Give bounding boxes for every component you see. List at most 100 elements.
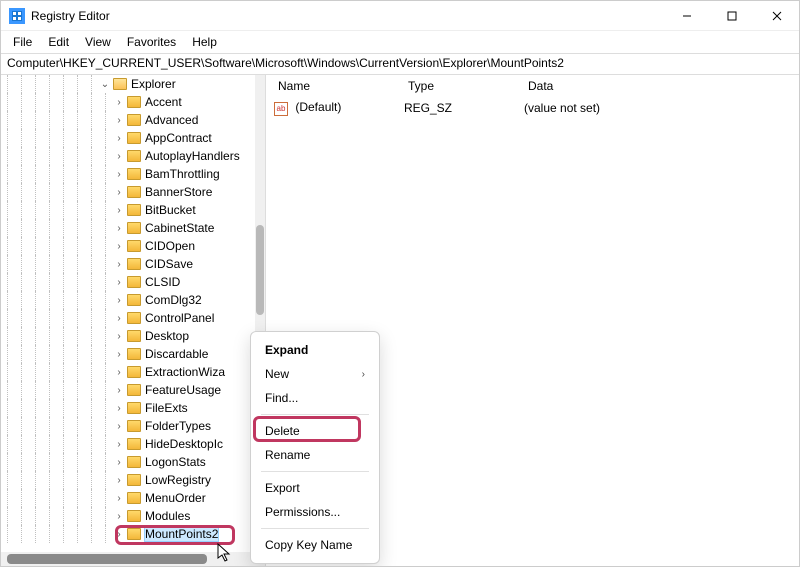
chevron-right-icon[interactable]: › [113, 276, 125, 288]
menu-view[interactable]: View [77, 33, 119, 51]
ctx-label: Find... [265, 391, 298, 405]
chevron-right-icon[interactable]: › [113, 330, 125, 342]
tree-label: FileExts [145, 401, 188, 415]
chevron-right-icon[interactable]: › [113, 96, 125, 108]
chevron-right-icon[interactable]: › [113, 294, 125, 306]
tree-node[interactable]: ›CIDOpen [1, 237, 257, 255]
address-bar[interactable]: Computer\HKEY_CURRENT_USER\Software\Micr… [1, 53, 799, 75]
tree-node[interactable]: ›FeatureUsage [1, 381, 257, 399]
chevron-right-icon[interactable]: › [113, 492, 125, 504]
tree-label: Desktop [145, 329, 189, 343]
chevron-right-icon[interactable]: › [113, 510, 125, 522]
chevron-right-icon[interactable]: › [113, 312, 125, 324]
tree-node[interactable]: ›MenuOrder [1, 489, 257, 507]
ctx-export[interactable]: Export [255, 476, 375, 500]
tree-node[interactable]: ›AppContract [1, 129, 257, 147]
folder-open-icon [113, 78, 127, 90]
chevron-right-icon[interactable]: › [113, 258, 125, 270]
ctx-permissions[interactable]: Permissions... [255, 500, 375, 524]
value-name: (Default) [295, 100, 341, 114]
tree-node[interactable]: ›LowRegistry [1, 471, 257, 489]
ctx-rename[interactable]: Rename [255, 443, 375, 467]
tree-node[interactable]: ›Modules [1, 507, 257, 525]
chevron-right-icon[interactable]: › [113, 114, 125, 126]
chevron-right-icon[interactable]: › [113, 420, 125, 432]
chevron-right-icon[interactable]: › [113, 168, 125, 180]
menu-file[interactable]: File [5, 33, 40, 51]
col-name[interactable]: Name [274, 77, 404, 95]
ctx-find[interactable]: Find... [255, 386, 375, 410]
tree-label: ExtractionWiza [145, 365, 225, 379]
folder-icon [127, 150, 141, 162]
chevron-right-icon[interactable]: › [113, 150, 125, 162]
tree-label: ControlPanel [145, 311, 214, 325]
tree-node[interactable]: ›CIDSave [1, 255, 257, 273]
scrollbar-thumb[interactable] [256, 225, 264, 315]
tree-node-explorer[interactable]: ⌄ Explorer [1, 75, 257, 93]
tree-label: Explorer [131, 77, 176, 91]
tree-node[interactable]: ›MountPoints2 [1, 525, 257, 543]
folder-icon [127, 204, 141, 216]
tree-node[interactable]: ›LogonStats [1, 453, 257, 471]
ctx-delete[interactable]: Delete [255, 419, 375, 443]
tree-pane: ⌄ Explorer ›Accent›Advanced›AppContract›… [1, 75, 266, 566]
chevron-right-icon[interactable]: › [113, 438, 125, 450]
tree-node[interactable]: ›AutoplayHandlers [1, 147, 257, 165]
chevron-right-icon[interactable]: › [113, 402, 125, 414]
close-button[interactable] [754, 1, 799, 31]
folder-icon [127, 384, 141, 396]
ctx-expand[interactable]: Expand [255, 338, 375, 362]
ctx-new[interactable]: New › [255, 362, 375, 386]
folder-icon [127, 474, 141, 486]
tree-node[interactable]: ›CLSID [1, 273, 257, 291]
col-data[interactable]: Data [524, 77, 791, 95]
tree-node[interactable]: › Accent [1, 93, 257, 111]
chevron-right-icon[interactable]: › [113, 366, 125, 378]
chevron-right-icon[interactable]: › [113, 528, 125, 540]
chevron-right-icon[interactable]: › [113, 222, 125, 234]
scrollbar-thumb[interactable] [7, 554, 207, 564]
chevron-down-icon[interactable]: ⌄ [99, 78, 111, 90]
chevron-right-icon[interactable]: › [113, 348, 125, 360]
chevron-right-icon[interactable]: › [113, 132, 125, 144]
ctx-copy-key-name[interactable]: Copy Key Name [255, 533, 375, 557]
tree-node[interactable]: ›FolderTypes [1, 417, 257, 435]
tree-node[interactable]: › HideDesktopIc [1, 435, 257, 453]
tree-node[interactable]: ›BannerStore [1, 183, 257, 201]
chevron-right-icon[interactable]: › [113, 240, 125, 252]
tree-node[interactable]: ›CabinetState [1, 219, 257, 237]
tree-node[interactable]: › BamThrottling [1, 165, 257, 183]
regedit-app-icon [9, 8, 25, 24]
menu-help[interactable]: Help [184, 33, 225, 51]
chevron-right-icon[interactable]: › [113, 186, 125, 198]
chevron-right-icon[interactable]: › [113, 204, 125, 216]
list-row[interactable]: ab (Default) REG_SZ (value not set) [274, 99, 791, 117]
tree-label: HideDesktopIc [145, 437, 223, 451]
ctx-label: New [265, 367, 289, 381]
tree-label: Accent [145, 95, 182, 109]
tree-node[interactable]: ›BitBucket [1, 201, 257, 219]
tree-label: BamThrottling [145, 167, 220, 181]
tree-node[interactable]: ›Advanced [1, 111, 257, 129]
col-type[interactable]: Type [404, 77, 524, 95]
folder-icon [127, 132, 141, 144]
tree-node[interactable]: › FileExts [1, 399, 257, 417]
list-header: Name Type Data [274, 77, 791, 95]
tree-node[interactable]: ›Discardable [1, 345, 257, 363]
ctx-separator [261, 471, 369, 472]
ctx-label: Delete [265, 424, 300, 438]
tree-node[interactable]: › Desktop [1, 327, 257, 345]
folder-icon [127, 402, 141, 414]
maximize-button[interactable] [709, 1, 754, 31]
chevron-right-icon[interactable]: › [113, 384, 125, 396]
minimize-button[interactable] [664, 1, 709, 31]
tree-node[interactable]: › ExtractionWiza [1, 363, 257, 381]
value-type: REG_SZ [404, 101, 524, 115]
menu-edit[interactable]: Edit [40, 33, 77, 51]
menu-favorites[interactable]: Favorites [119, 33, 184, 51]
tree-node[interactable]: › ControlPanel [1, 309, 257, 327]
chevron-right-icon[interactable]: › [113, 456, 125, 468]
chevron-right-icon[interactable]: › [113, 474, 125, 486]
tree-node[interactable]: ›ComDlg32 [1, 291, 257, 309]
window-title: Registry Editor [31, 9, 110, 23]
